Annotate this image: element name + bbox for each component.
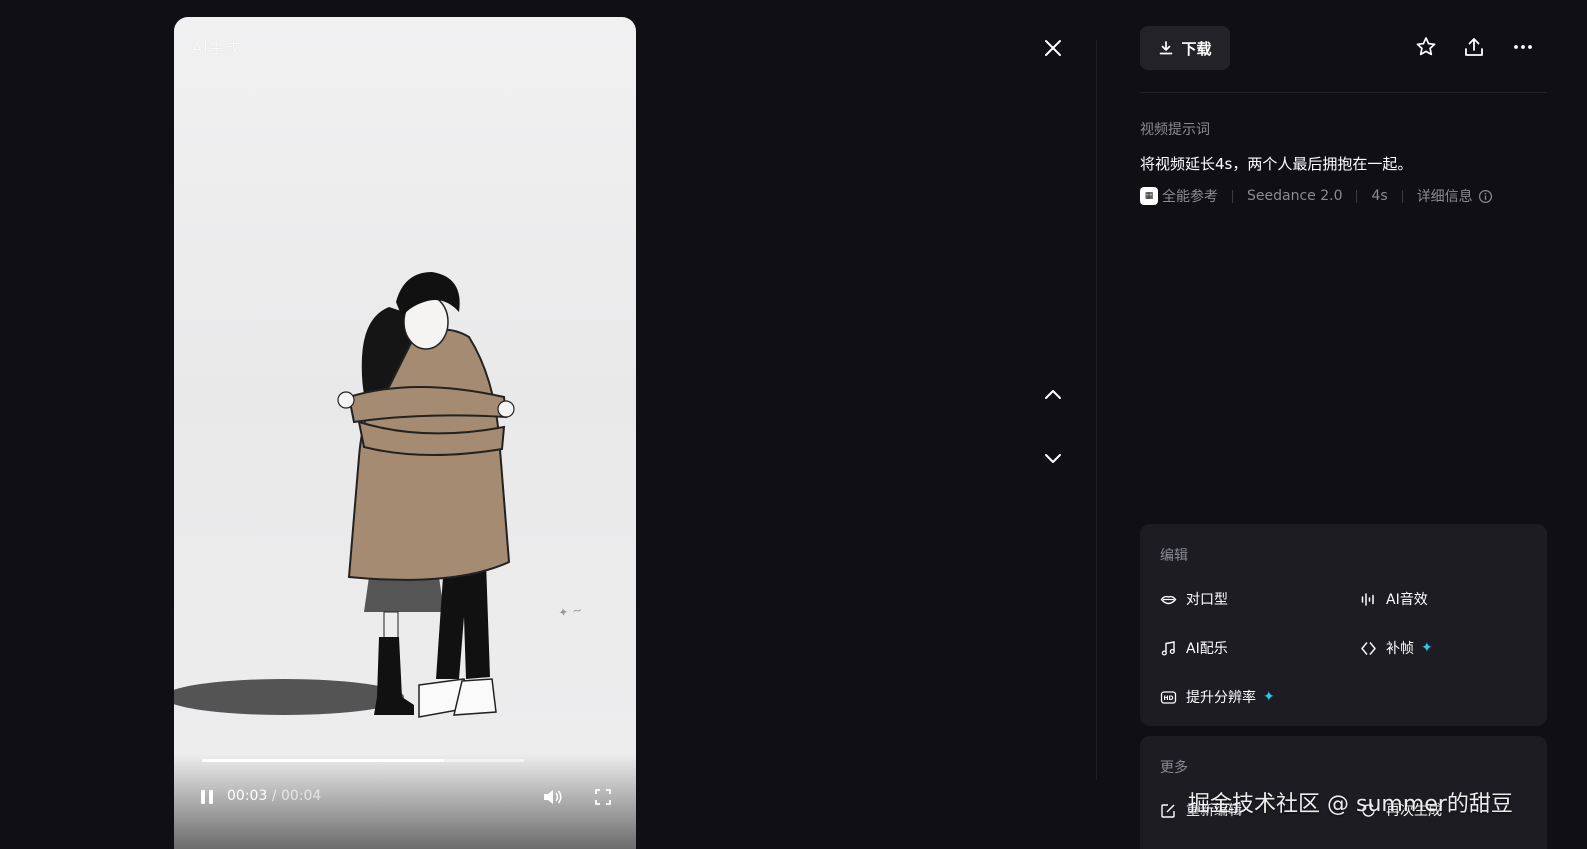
pause-icon[interactable] (198, 788, 216, 806)
meta-separator (1356, 189, 1358, 203)
sound-wave-icon (1361, 592, 1374, 606)
ai-music-label: AI配乐 (1186, 641, 1228, 657)
lip-sync-button[interactable]: 对口型 (1160, 589, 1228, 609)
star-icon[interactable] (1414, 35, 1438, 59)
ai-generated-tag: AI生成 (192, 39, 241, 57)
model-name: Seedance 2.0 (1247, 188, 1343, 204)
progress-fill (202, 759, 444, 762)
video-length: 4s (1371, 188, 1388, 204)
lip-sync-label: 对口型 (1186, 592, 1228, 608)
meta-separator (1232, 189, 1233, 203)
sparkle-icon: ✦ (1421, 640, 1433, 656)
playback-time: 00:03 / 00:04 (227, 788, 321, 804)
edit-card-title: 编辑 (1160, 548, 1188, 564)
svg-text:✦ ~: ✦ ~ (557, 603, 583, 620)
share-icon[interactable] (1462, 35, 1486, 59)
frame-fill-button[interactable]: 补帧 ✦ (1360, 638, 1433, 658)
download-button[interactable]: 下载 (1140, 26, 1230, 70)
ai-sound-button[interactable]: AI音效 (1360, 589, 1428, 609)
video-frame-illustration: ✦ ~ (174, 272, 583, 718)
volume-icon[interactable] (542, 787, 564, 807)
frame-fill-label: 补帧 (1386, 641, 1414, 657)
close-icon[interactable] (1041, 36, 1065, 60)
header-divider (1140, 92, 1547, 93)
sparkle-icon: ✦ (1263, 689, 1275, 705)
watermark: 掘金技术社区 @ summer的甜豆 (1188, 792, 1513, 817)
download-icon (1160, 41, 1173, 55)
edit-icon (1161, 803, 1175, 818)
progress-bar[interactable] (202, 759, 524, 762)
ai-sound-label: AI音效 (1386, 592, 1428, 608)
time-separator: / (271, 788, 277, 804)
reference-mode-label: 全能参考 (1162, 189, 1218, 205)
details-link[interactable]: 详细信息 (1417, 186, 1473, 206)
fullscreen-icon[interactable] (594, 788, 612, 806)
prompt-label: 视频提示词 (1140, 122, 1210, 138)
info-icon[interactable] (1478, 189, 1493, 204)
upscale-button[interactable]: HD 提升分辨率 ✦ (1160, 687, 1275, 707)
more-card-title: 更多 (1160, 760, 1188, 776)
chevron-down-icon[interactable] (1041, 446, 1065, 470)
chevron-up-icon[interactable] (1041, 383, 1065, 407)
duration: 00:04 (280, 788, 322, 804)
generation-meta: ▦ 全能参考 Seedance 2.0 4s 详细信息 (1140, 186, 1493, 206)
girl-skirt (364, 577, 444, 612)
svg-text:HD: HD (1163, 695, 1173, 702)
current-time: 00:03 (227, 788, 268, 804)
ai-music-button[interactable]: AI配乐 (1160, 638, 1228, 658)
more-icon[interactable] (1511, 35, 1535, 59)
video-detail-view: ✦ ~ AI生成 00:03 / 00:04 下载 视频提示词 将视频延长4s，… (0, 0, 1587, 849)
girl-boot (374, 637, 414, 715)
figure-shadow (174, 679, 404, 715)
hd-icon: HD (1160, 690, 1177, 704)
edit-card: 编辑 对口型 AI音效 AI配乐 补帧 ✦ HD 提升分辨率 ✦ (1140, 524, 1547, 726)
prompt-text: 将视频延长4s，两个人最后拥抱在一起。 (1140, 155, 1413, 173)
video-player[interactable]: ✦ ~ AI生成 00:03 / 00:04 (174, 17, 636, 849)
download-label: 下载 (1181, 39, 1212, 58)
music-note-icon (1161, 640, 1175, 656)
panel-divider (1096, 40, 1097, 780)
upscale-label: 提升分辨率 (1186, 690, 1256, 706)
frame-interpolation-icon (1361, 641, 1376, 655)
lips-icon (1160, 595, 1177, 604)
boy-legs (436, 562, 490, 679)
meta-separator (1401, 189, 1403, 203)
reference-mode-icon: ▦ (1140, 187, 1158, 205)
